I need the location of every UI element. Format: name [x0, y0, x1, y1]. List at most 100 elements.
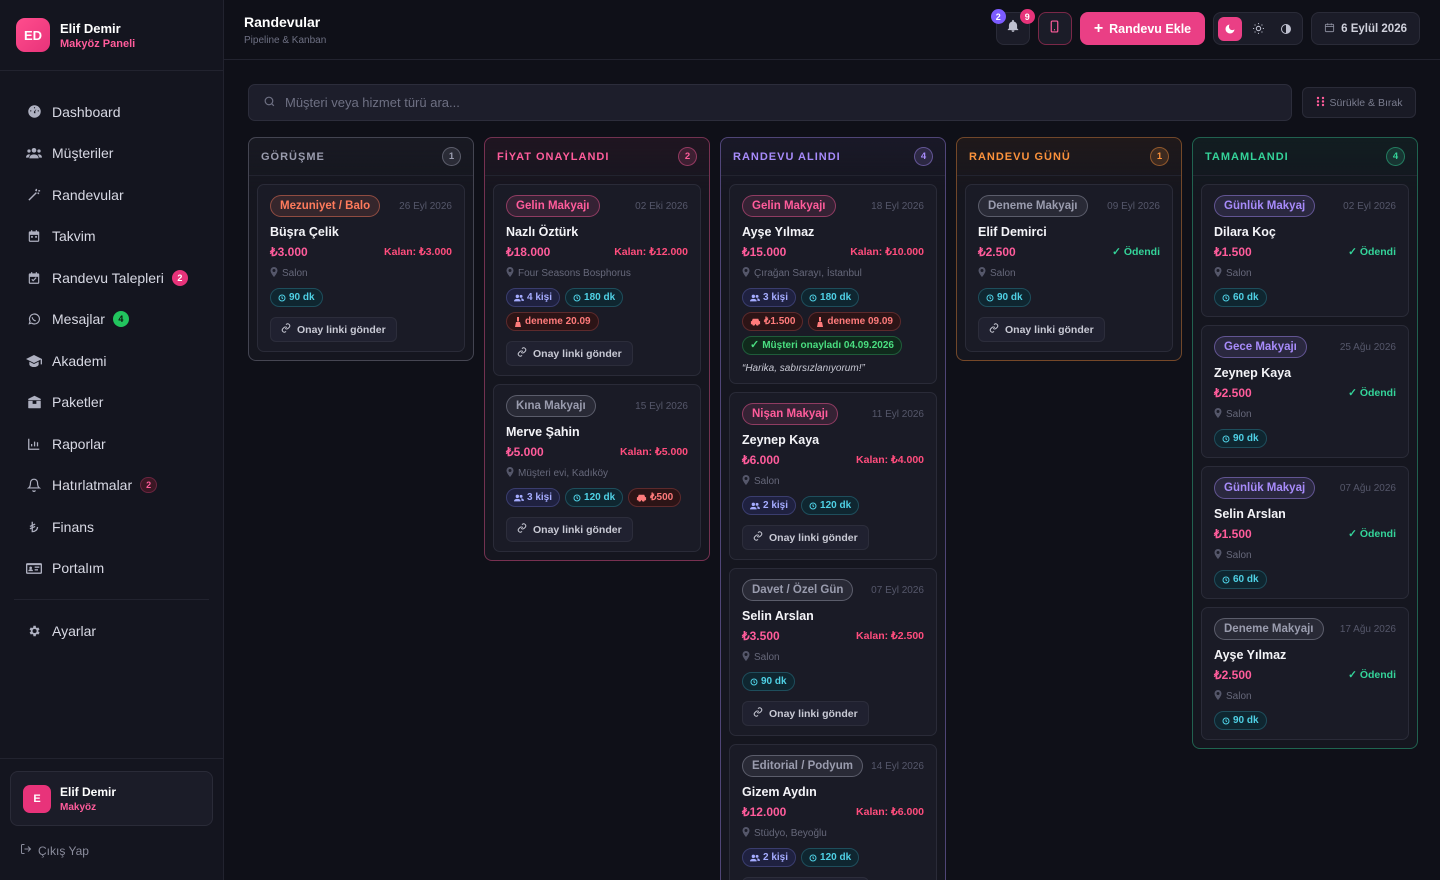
appointment-card[interactable]: Deneme Makyajı 09 Eyl 2026 Elif Demirci …: [965, 184, 1173, 352]
user-card[interactable]: E Elif Demir Makyöz: [10, 771, 213, 826]
appointment-card[interactable]: Editorial / Podyum 14 Eyl 2026 Gizem Ayd…: [729, 744, 937, 880]
sidebar-item-müşteriler[interactable]: Müşteriler: [0, 133, 223, 175]
send-approval-link-button[interactable]: Onay linki gönder: [742, 701, 869, 726]
sidebar-item-mesajlar[interactable]: Mesajlar 4: [0, 299, 223, 341]
pin-icon: [978, 267, 986, 280]
card-chips: 60 dk: [1214, 288, 1396, 307]
sidebar-item-randevular[interactable]: Randevular: [0, 174, 223, 216]
sidebar-item-paketler[interactable]: Paketler: [0, 382, 223, 424]
location-text: Müşteri evi, Kadıköy: [518, 468, 609, 479]
location-text: Salon: [990, 268, 1016, 279]
moon-icon[interactable]: [1218, 16, 1243, 41]
drag-drop-toggle[interactable]: Sürükle & Bırak: [1302, 87, 1416, 118]
calendar-icon: [1324, 22, 1335, 36]
car-icon: [750, 318, 761, 326]
appointment-card[interactable]: Günlük Makyaj 07 Ağu 2026 Selin Arslan ₺…: [1201, 466, 1409, 599]
plus-icon: +: [1093, 19, 1104, 37]
appointment-card[interactable]: Davet / Özel Gün 07 Eyl 2026 Selin Arsla…: [729, 568, 937, 736]
logout-link[interactable]: Çıkış Yap: [20, 843, 89, 858]
car-icon: [637, 494, 647, 502]
column-count: 4: [914, 147, 933, 166]
add-appointment-button[interactable]: + Randevu Ekle: [1079, 12, 1206, 45]
sidebar-item-label: Akademi: [52, 352, 107, 369]
link-icon: [517, 347, 527, 360]
sidebar-item-raporlar[interactable]: Raporlar: [0, 423, 223, 465]
column-header: RANDEVU GÜNÜ 1: [957, 138, 1181, 176]
column-title: TAMAMLANDI: [1205, 150, 1289, 163]
service-tag: Gelin Makyajı: [506, 195, 600, 217]
chip-text: 90 dk: [1233, 715, 1259, 726]
card-chips: 2 kişi 120 dk: [742, 496, 924, 515]
pin-icon: [1214, 267, 1222, 280]
notifications-button[interactable]: 2 9: [990, 9, 1035, 45]
sidebar-item-akademi[interactable]: Akademi: [0, 340, 223, 382]
appointment-card[interactable]: Gece Makyajı 25 Ağu 2026 Zeynep Kaya ₺2.…: [1201, 325, 1409, 458]
remaining-amount: Kalan: ₺2.500: [856, 630, 924, 642]
chip-text: 120 dk: [820, 500, 852, 511]
appointment-date: 17 Ağu 2026: [1339, 623, 1396, 635]
sidebar-item-label: Paketler: [52, 394, 104, 411]
sun-icon[interactable]: [1246, 17, 1270, 41]
send-approval-link-button[interactable]: Onay linki gönder: [270, 317, 397, 342]
price: ₺15.000: [742, 245, 787, 259]
location: Salon: [742, 475, 924, 488]
date-display[interactable]: 6 Eylül 2026: [1311, 12, 1420, 45]
card-chip: deneme 09.09: [808, 312, 901, 331]
chip-text: 60 dk: [1233, 574, 1259, 585]
mobile-preview-button[interactable]: [1037, 12, 1072, 45]
contrast-icon[interactable]: [1274, 17, 1298, 41]
customer-name: Selin Arslan: [1214, 507, 1286, 521]
appointment-date: 15 Eyl 2026: [635, 400, 688, 412]
customer-name: Ayşe Yılmaz: [742, 225, 815, 239]
sidebar-item-dashboard[interactable]: Dashboard: [0, 91, 223, 133]
card-chips: 90 dk: [742, 672, 924, 691]
sidebar-item-takvim[interactable]: Takvim: [0, 216, 223, 258]
sidebar-item-label: Portalım: [52, 560, 105, 577]
link-icon: [753, 707, 763, 720]
sidebar-item-ayarlar[interactable]: Ayarlar: [0, 610, 223, 652]
price: ₺2.500: [1214, 668, 1252, 682]
card-chips: 90 dk: [1214, 711, 1396, 730]
chip-text: 90 dk: [761, 676, 787, 687]
price: ₺1.500: [1214, 527, 1252, 541]
send-approval-link-button[interactable]: Onay linki gönder: [506, 341, 633, 366]
sidebar-item-hatırlatmalar[interactable]: Hatırlatmalar 2: [0, 465, 223, 507]
appointment-card[interactable]: Nişan Makyajı 11 Eyl 2026 Zeynep Kaya ₺6…: [729, 392, 937, 560]
send-approval-link-button[interactable]: Onay linki gönder: [978, 317, 1105, 342]
appointment-card[interactable]: Gelin Makyajı 18 Eyl 2026 Ayşe Yılmaz ₺1…: [729, 184, 937, 384]
appointment-card[interactable]: Deneme Makyajı 17 Ağu 2026 Ayşe Yılmaz ₺…: [1201, 607, 1409, 740]
send-approval-link-button[interactable]: Onay linki gönder: [742, 525, 869, 550]
customer-name: Nazlı Öztürk: [506, 225, 579, 239]
appointment-card[interactable]: Günlük Makyaj 02 Eyl 2026 Dilara Koç ₺1.…: [1201, 184, 1409, 317]
location: Salon: [1214, 549, 1396, 562]
paid-label: Ödendi: [1359, 246, 1396, 258]
location-text: Salon: [1226, 550, 1252, 561]
card-chips: 3 kişi 180 dk ₺1.500 deneme 09.09 ✓ Müşteri o…: [742, 288, 924, 355]
sidebar-item-label: Mesajlar: [52, 311, 105, 328]
sidebar-item-randevu-talepleri[interactable]: Randevu Talepleri 2: [0, 257, 223, 299]
user-avatar: E: [23, 784, 51, 813]
appointment-card[interactable]: Kına Makyajı 15 Eyl 2026 Merve Şahin ₺5.…: [493, 384, 701, 552]
sidebar-item-portalım[interactable]: Portalım: [0, 548, 223, 590]
card-chips: 3 kişi 120 dk ₺500: [506, 488, 688, 507]
send-approval-link-button[interactable]: Onay linki gönder: [506, 517, 633, 542]
service-tag: Günlük Makyaj: [1214, 477, 1316, 499]
pin-icon: [742, 651, 750, 664]
card-chips: 90 dk: [1214, 429, 1396, 448]
price: ₺3.500: [742, 629, 780, 643]
chip-text: 3 kişi: [763, 292, 789, 303]
appointment-card[interactable]: Gelin Makyajı 02 Eki 2026 Nazlı Öztürk ₺…: [493, 184, 701, 376]
column-cards: Deneme Makyajı 09 Eyl 2026 Elif Demirci …: [957, 176, 1181, 352]
location: Salon: [270, 267, 452, 280]
sidebar-item-finans[interactable]: Finans: [0, 506, 223, 548]
service-tag: Gece Makyajı: [1214, 336, 1307, 358]
appointment-card[interactable]: Mezuniyet / Balo 26 Eyl 2026 Büşra Çelik…: [257, 184, 465, 352]
logout-icon: [20, 843, 32, 858]
drag-drop-label: Sürükle & Bırak: [1329, 96, 1403, 109]
column-cards: Günlük Makyaj 02 Eyl 2026 Dilara Koç ₺1.…: [1193, 176, 1417, 740]
chip-text: deneme 09.09: [827, 316, 893, 327]
pin-icon: [506, 467, 514, 480]
search-input[interactable]: [285, 95, 1185, 110]
chip-text: 180 dk: [820, 292, 852, 303]
pin-icon: [1214, 549, 1222, 562]
